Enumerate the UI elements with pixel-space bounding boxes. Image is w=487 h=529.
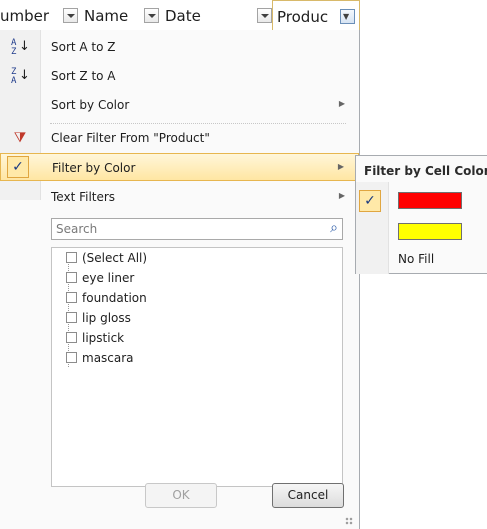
sort-a-to-z-label: Sort A to Z <box>51 40 116 54</box>
checkbox[interactable] <box>66 352 77 363</box>
submenu-arrow-icon: ▶ <box>337 162 344 171</box>
submenu-arrow-icon: ▶ <box>338 99 345 108</box>
sort-z-to-a-label: Sort Z to A <box>51 69 116 83</box>
sort-by-color-item[interactable]: Sort by Color ▶ <box>0 91 359 119</box>
filter-dropdown-date[interactable] <box>257 8 272 23</box>
search-input[interactable]: Search ⌕ <box>51 218 343 240</box>
submenu-arrow-icon: ▶ <box>338 191 345 200</box>
resize-grip-icon[interactable] <box>345 517 353 525</box>
list-item-label: foundation <box>82 291 147 305</box>
clear-filter-label: Clear Filter From "Product" <box>51 131 210 145</box>
header-product-cell: Produc <box>272 0 360 30</box>
submenu-title: Filter by Cell Color <box>364 164 487 178</box>
sort-ascending-icon: A Z ↓ <box>11 38 30 57</box>
list-item[interactable]: mascara <box>66 349 134 367</box>
list-item-label: mascara <box>82 351 134 365</box>
list-item-label: (Select All) <box>82 251 148 265</box>
down-arrow-icon: ↓ <box>19 68 30 83</box>
filter-by-cell-color-submenu: Filter by Cell Color ✓ No Fill <box>355 155 487 274</box>
no-fill-option[interactable]: No Fill <box>398 252 434 266</box>
filter-dropdown-product[interactable] <box>340 9 355 24</box>
text-filters-item[interactable]: Text Filters ▶ <box>0 183 359 211</box>
list-item-label: lipstick <box>82 331 125 345</box>
sort-by-color-label: Sort by Color <box>51 98 130 112</box>
header-date: Date <box>165 6 201 26</box>
checkbox[interactable] <box>66 292 77 303</box>
sort-a-to-z-item[interactable]: A Z ↓ Sort A to Z <box>0 33 359 61</box>
text-filters-label: Text Filters <box>51 190 116 204</box>
header-date-label: Date <box>165 7 201 25</box>
filter-values-list: (Select All) eye liner foundation lip gl… <box>51 247 343 487</box>
search-placeholder: Search <box>56 222 98 236</box>
sort-z-to-a-item[interactable]: Z A ↓ Sort Z to A <box>0 62 359 90</box>
clear-filter-icon: ⧩ <box>13 130 27 146</box>
header-number: umber <box>0 6 49 26</box>
color-swatch-red[interactable] <box>398 192 462 209</box>
header-number-label: umber <box>0 7 50 25</box>
checkbox[interactable] <box>66 252 77 263</box>
header-product: Produc <box>277 7 328 27</box>
filter-by-color-item[interactable]: ✓ Filter by Color ▶ <box>0 153 359 181</box>
filter-dropdown-name[interactable] <box>144 8 159 23</box>
list-item[interactable]: eye liner <box>66 269 135 287</box>
list-item-label: eye liner <box>82 271 135 285</box>
check-mark-icon: ✓ <box>359 190 381 212</box>
cancel-button[interactable]: Cancel <box>272 483 344 508</box>
list-item[interactable]: foundation <box>66 289 147 307</box>
header-product-label: Produc <box>277 8 329 26</box>
autofilter-menu: A Z ↓ Sort A to Z Z A ↓ Sort Z to A Sort… <box>0 30 360 529</box>
checkbox[interactable] <box>66 332 77 343</box>
filter-by-color-label: Filter by Color <box>52 161 136 175</box>
clear-filter-item[interactable]: ⧩ Clear Filter From "Product" <box>0 124 359 152</box>
check-mark-icon: ✓ <box>7 156 29 178</box>
header-name-label: Name <box>84 7 129 25</box>
down-arrow-icon: ↓ <box>19 39 30 54</box>
sort-az-icon-letter-bottom: Z <box>11 47 17 57</box>
ok-button[interactable]: OK <box>145 483 217 508</box>
search-icon: ⌕ <box>330 220 338 236</box>
filter-dropdown-number[interactable] <box>63 8 78 23</box>
list-item-select-all[interactable]: (Select All) <box>66 249 148 267</box>
checkbox[interactable] <box>66 312 77 323</box>
list-item[interactable]: lip gloss <box>66 309 131 327</box>
list-item-label: lip gloss <box>82 311 131 325</box>
sort-descending-icon: Z A ↓ <box>11 67 30 86</box>
checkbox[interactable] <box>66 272 77 283</box>
column-header-row: umber Name Date Produc <box>0 0 360 31</box>
header-name: Name <box>84 6 128 26</box>
list-item[interactable]: lipstick <box>66 329 125 347</box>
sort-za-icon-letter-bottom: A <box>11 76 17 86</box>
color-swatch-yellow[interactable] <box>398 223 462 240</box>
